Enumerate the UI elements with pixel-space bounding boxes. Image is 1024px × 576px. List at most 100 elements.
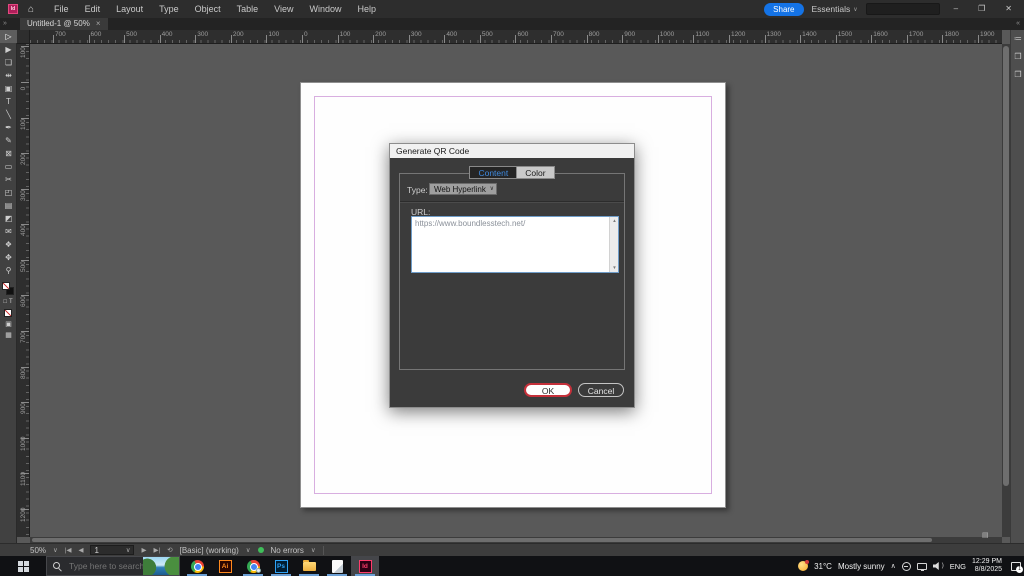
- content-collector-tool[interactable]: ▣: [0, 82, 17, 95]
- textarea-scrollbar[interactable]: ▲ ▼: [609, 217, 618, 272]
- previous-page-icon[interactable]: ◀: [78, 546, 83, 554]
- zoom-level[interactable]: 50%: [30, 546, 46, 555]
- taskbar-explorer-icon[interactable]: [295, 556, 323, 576]
- tab-close-icon[interactable]: ×: [96, 18, 101, 30]
- chevron-down-icon[interactable]: ∨: [311, 546, 316, 554]
- tab-color[interactable]: Color: [516, 166, 554, 179]
- clock[interactable]: 12:29 PM 8/8/2025: [972, 558, 1002, 574]
- search-highlight-image[interactable]: [143, 557, 179, 575]
- gap-tool[interactable]: ⇹: [0, 69, 17, 82]
- rectangle-tool[interactable]: ▭: [0, 160, 17, 173]
- fill-swatch-none[interactable]: [2, 282, 10, 290]
- screen-mode-normal-button[interactable]: ▣: [0, 319, 17, 330]
- pages-panel-icon[interactable]: ❐: [1011, 66, 1024, 84]
- vertical-scrollbar-thumb[interactable]: [1003, 46, 1009, 486]
- next-page-icon[interactable]: ▶: [141, 546, 146, 554]
- horizontal-ruler[interactable]: 7006005004003002001000100200300400500600…: [30, 30, 1002, 44]
- start-button[interactable]: [0, 556, 46, 576]
- app-search-box[interactable]: [866, 3, 940, 15]
- workspace-switcher[interactable]: Essentials ∨: [812, 4, 858, 14]
- taskbar-chrome-profile-icon[interactable]: [239, 556, 267, 576]
- chevron-down-icon[interactable]: ∨: [246, 546, 251, 554]
- show-hidden-icons-chevron[interactable]: ∧: [891, 562, 896, 570]
- taskbar-illustrator-icon[interactable]: Ai: [211, 556, 239, 576]
- weather-condition[interactable]: Mostly sunny: [838, 562, 885, 571]
- preflight-preset[interactable]: [Basic] (working): [180, 546, 239, 555]
- dialog-title[interactable]: Generate QR Code: [390, 144, 634, 158]
- free-transform-tool[interactable]: ◰: [0, 186, 17, 199]
- home-icon[interactable]: ⌂: [28, 4, 34, 15]
- horizontal-scrollbar-thumb[interactable]: [32, 538, 932, 542]
- vertical-ruler[interactable]: 1000100200300400500600700800900100011001…: [17, 44, 30, 537]
- ruler-corner[interactable]: [17, 30, 30, 44]
- scroll-down-icon[interactable]: ▼: [610, 264, 619, 272]
- volume-icon[interactable]: ): [933, 562, 944, 570]
- color-theme-tool[interactable]: ❖: [0, 238, 17, 251]
- url-textarea[interactable]: https://www.boundlesstech.net/ ▲ ▼: [411, 216, 619, 273]
- screen-mode-preview-button[interactable]: ▦: [0, 330, 17, 341]
- close-button[interactable]: ✕: [999, 0, 1018, 18]
- ok-button[interactable]: OK: [524, 383, 572, 397]
- share-button[interactable]: Share: [764, 3, 803, 16]
- scissors-tool[interactable]: ✂: [0, 173, 17, 186]
- menu-window[interactable]: Window: [302, 0, 350, 18]
- search-input[interactable]: [67, 560, 145, 572]
- formatting-affects-text-button[interactable]: T: [9, 298, 13, 307]
- type-dropdown[interactable]: Web Hyperlink ∨: [429, 183, 497, 195]
- rectangle-frame-tool[interactable]: ⊠: [0, 147, 17, 160]
- chevron-down-icon[interactable]: ∨: [53, 546, 58, 554]
- type-label: Type:: [407, 185, 428, 195]
- last-page-icon[interactable]: ▶|: [153, 546, 160, 554]
- document-tab[interactable]: Untitled-1 @ 50% ×: [20, 18, 108, 30]
- selection-tool[interactable]: ▷: [0, 30, 17, 43]
- type-tool[interactable]: T: [0, 95, 17, 108]
- properties-panel-icon[interactable]: ≔: [1011, 30, 1024, 48]
- pen-tool[interactable]: ✒: [0, 121, 17, 134]
- menu-help[interactable]: Help: [350, 0, 385, 18]
- taskbar-indesign-icon[interactable]: Id: [351, 556, 379, 576]
- note-tool[interactable]: ✉: [0, 225, 17, 238]
- taskbar-notes-icon[interactable]: [323, 556, 351, 576]
- weather-icon[interactable]: [798, 561, 808, 571]
- minimize-button[interactable]: –: [948, 0, 964, 18]
- ruler-label: 800: [20, 367, 27, 380]
- page-number-box[interactable]: 1 ∨: [90, 545, 134, 555]
- apply-none-button[interactable]: [4, 309, 12, 317]
- pencil-tool[interactable]: ✎: [0, 134, 17, 147]
- first-page-icon[interactable]: |◀: [65, 546, 72, 554]
- taskbar-search[interactable]: [46, 556, 180, 576]
- notification-center-icon[interactable]: 1: [1011, 562, 1021, 571]
- tray-status-icon[interactable]: [902, 562, 911, 571]
- scroll-up-icon[interactable]: ▲: [610, 217, 619, 225]
- menu-object[interactable]: Object: [187, 0, 229, 18]
- hand-tool[interactable]: ✥: [0, 251, 17, 264]
- menu-file[interactable]: File: [46, 0, 77, 18]
- menu-view[interactable]: View: [266, 0, 301, 18]
- menu-type[interactable]: Type: [151, 0, 187, 18]
- weather-temp[interactable]: 31°C: [814, 562, 832, 571]
- expand-panels-icon[interactable]: «: [1016, 18, 1020, 30]
- preflight-icon[interactable]: ⟲: [167, 546, 172, 554]
- notification-badge: 1: [1016, 566, 1023, 573]
- language-indicator[interactable]: ENG: [950, 562, 966, 571]
- cancel-button[interactable]: Cancel: [578, 383, 624, 397]
- gradient-feather-tool[interactable]: ◩: [0, 212, 17, 225]
- zoom-tool[interactable]: ⚲: [0, 264, 17, 277]
- menu-table[interactable]: Table: [229, 0, 267, 18]
- cc-libraries-icon[interactable]: ❒: [1011, 48, 1024, 66]
- collapse-toolbar-icon[interactable]: »: [3, 18, 7, 30]
- page-tool[interactable]: ❏: [0, 56, 17, 69]
- restore-button[interactable]: ❐: [972, 0, 991, 18]
- taskbar-photoshop-icon[interactable]: Ps: [267, 556, 295, 576]
- tab-content[interactable]: Content: [469, 166, 516, 179]
- gradient-tool[interactable]: ▤: [0, 199, 17, 212]
- formatting-affects-container-button[interactable]: □: [3, 298, 7, 307]
- direct-selection-tool[interactable]: ▶: [0, 43, 17, 56]
- menu-layout[interactable]: Layout: [108, 0, 151, 18]
- line-tool[interactable]: ╲: [0, 108, 17, 121]
- taskbar-chrome-icon[interactable]: [183, 556, 211, 576]
- menu-edit[interactable]: Edit: [77, 0, 109, 18]
- vertical-scrollbar[interactable]: [1002, 44, 1010, 537]
- fill-stroke-swatches[interactable]: [0, 280, 17, 298]
- display-icon[interactable]: [917, 563, 927, 570]
